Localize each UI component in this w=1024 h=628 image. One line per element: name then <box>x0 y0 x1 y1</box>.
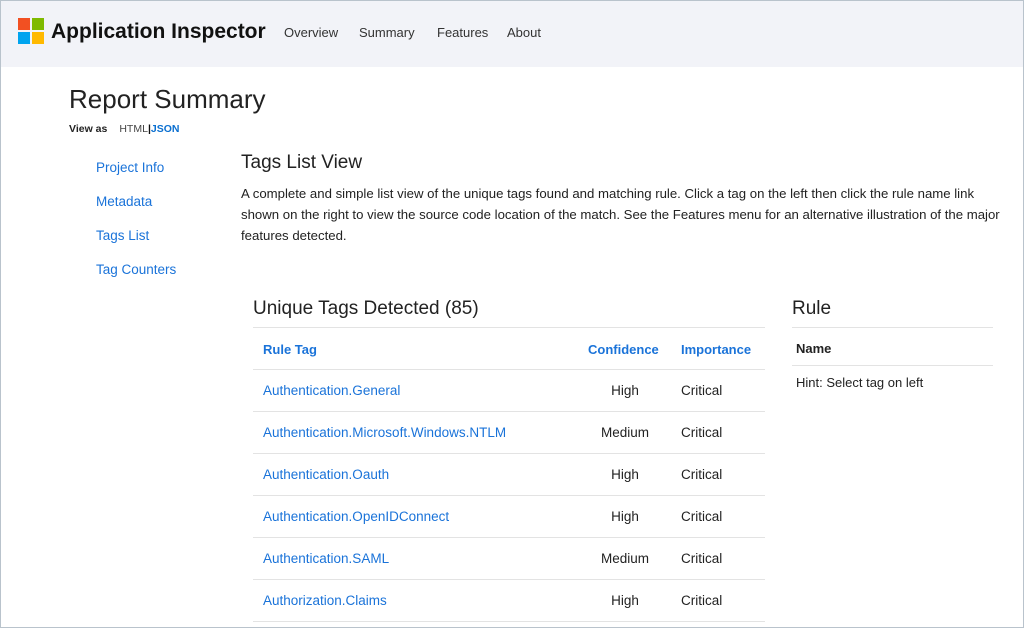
top-navbar: Application Inspector Overview Summary F… <box>1 1 1023 67</box>
sidebar-item-metadata[interactable]: Metadata <box>96 194 152 209</box>
nav-overview[interactable]: Overview <box>284 25 338 40</box>
confidence-cell: Medium <box>600 551 649 566</box>
sidebar-item-tags-list[interactable]: Tags List <box>96 228 149 243</box>
table-row: Authentication.Microsoft.Windows.NTLM Me… <box>253 412 765 453</box>
importance-cell: Critical <box>681 509 723 524</box>
nav-about[interactable]: About <box>507 25 541 40</box>
table-row: Authorization.Claims High Critical <box>253 580 765 621</box>
view-as-switch: View as HTML|JSON <box>69 123 179 135</box>
table-row: Authentication.OpenIDConnect High Critic… <box>253 496 765 537</box>
rule-tag-link[interactable]: Authentication.Oauth <box>263 467 389 482</box>
divider <box>253 621 765 622</box>
page-title: Report Summary <box>69 84 266 114</box>
rule-panel-heading: Rule <box>792 298 832 319</box>
sidebar-item-project-info[interactable]: Project Info <box>96 160 164 175</box>
rule-hint-text: Hint: Select tag on left <box>796 375 924 390</box>
column-header-rule-tag[interactable]: Rule Tag <box>263 342 317 357</box>
rule-tag-link[interactable]: Authentication.Microsoft.Windows.NTLM <box>263 425 506 440</box>
table-row: Authentication.General High Critical <box>253 370 765 411</box>
rule-tag-link[interactable]: Authentication.OpenIDConnect <box>263 509 449 524</box>
table-row: Authentication.Oauth High Critical <box>253 454 765 495</box>
confidence-cell: High <box>611 383 639 398</box>
divider <box>792 327 993 328</box>
confidence-cell: High <box>611 593 639 608</box>
nav-summary[interactable]: Summary <box>359 25 415 40</box>
sidebar-item-tag-counters[interactable]: Tag Counters <box>96 262 176 277</box>
rule-tag-link[interactable]: Authentication.SAML <box>263 551 389 566</box>
table-row: Authentication.SAML Medium Critical <box>253 538 765 579</box>
confidence-cell: High <box>611 467 639 482</box>
importance-cell: Critical <box>681 467 723 482</box>
tags-table-heading: Unique Tags Detected (85) <box>253 298 479 319</box>
microsoft-logo-icon[interactable] <box>18 18 44 44</box>
divider <box>792 365 993 366</box>
rule-tag-link[interactable]: Authentication.General <box>263 383 400 398</box>
column-header-importance[interactable]: Importance <box>681 342 751 357</box>
app-brand[interactable]: Application Inspector <box>51 20 266 44</box>
importance-cell: Critical <box>681 551 723 566</box>
confidence-cell: Medium <box>600 425 649 440</box>
nav-features[interactable]: Features <box>437 25 488 40</box>
importance-cell: Critical <box>681 593 723 608</box>
section-title: Tags List View <box>241 152 363 173</box>
column-header-confidence[interactable]: Confidence <box>588 342 659 357</box>
rule-tag-link[interactable]: Authorization.Claims <box>263 593 387 608</box>
importance-cell: Critical <box>681 383 723 398</box>
view-as-label: View as <box>69 123 108 135</box>
view-html-link[interactable]: HTML <box>119 123 148 135</box>
rule-name-header: Name <box>796 341 832 356</box>
importance-cell: Critical <box>681 425 723 440</box>
confidence-cell: High <box>611 509 639 524</box>
divider <box>253 327 765 328</box>
view-json-link[interactable]: JSON <box>151 123 180 135</box>
section-description: A complete and simple list view of the u… <box>241 186 1000 243</box>
